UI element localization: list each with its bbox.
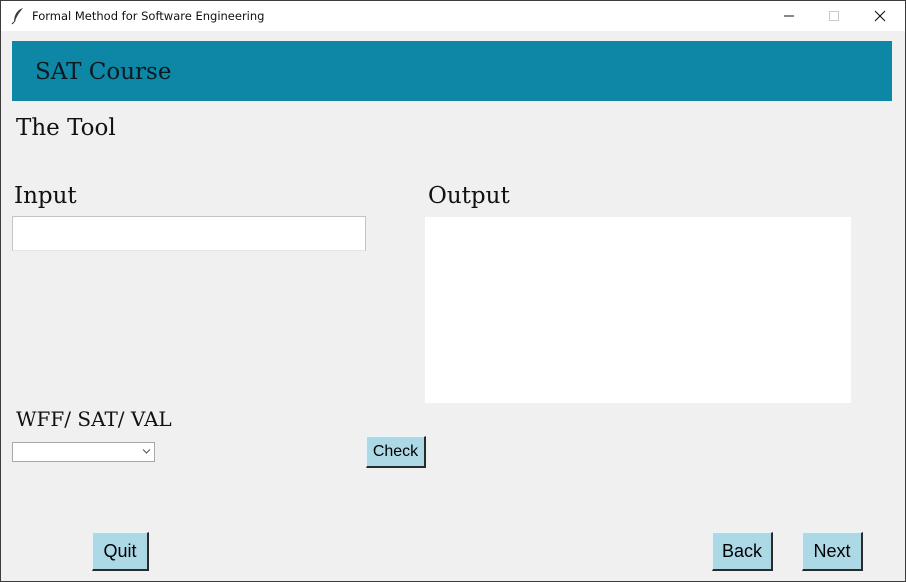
- next-button[interactable]: Next: [802, 532, 863, 571]
- maximize-icon: [829, 11, 839, 21]
- input-field[interactable]: [12, 216, 366, 251]
- close-icon: [874, 10, 886, 22]
- quit-button[interactable]: Quit: [92, 532, 149, 571]
- client-area: SAT Course The Tool Input Output WFF/ SA…: [1, 31, 905, 581]
- output-label: Output: [428, 183, 510, 209]
- mode-combobox[interactable]: [12, 442, 155, 462]
- window-title: Formal Method for Software Engineering: [32, 9, 265, 23]
- header-title: SAT Course: [35, 59, 172, 85]
- header-banner: SAT Course: [12, 41, 892, 101]
- chevron-down-icon[interactable]: [142, 448, 151, 455]
- input-label: Input: [14, 183, 77, 209]
- check-button[interactable]: Check: [366, 436, 426, 468]
- output-text-area[interactable]: [425, 217, 851, 403]
- minimize-icon: [784, 15, 794, 17]
- app-window: Formal Method for Software Engineering S…: [0, 0, 906, 582]
- back-button[interactable]: Back: [712, 532, 773, 571]
- close-button[interactable]: [857, 1, 903, 31]
- mode-label: WFF/ SAT/ VAL: [16, 407, 172, 431]
- maximize-button[interactable]: [811, 1, 857, 31]
- title-bar[interactable]: Formal Method for Software Engineering: [1, 1, 905, 31]
- minimize-button[interactable]: [766, 1, 812, 31]
- tool-heading: The Tool: [16, 115, 116, 141]
- feather-icon: [11, 8, 23, 25]
